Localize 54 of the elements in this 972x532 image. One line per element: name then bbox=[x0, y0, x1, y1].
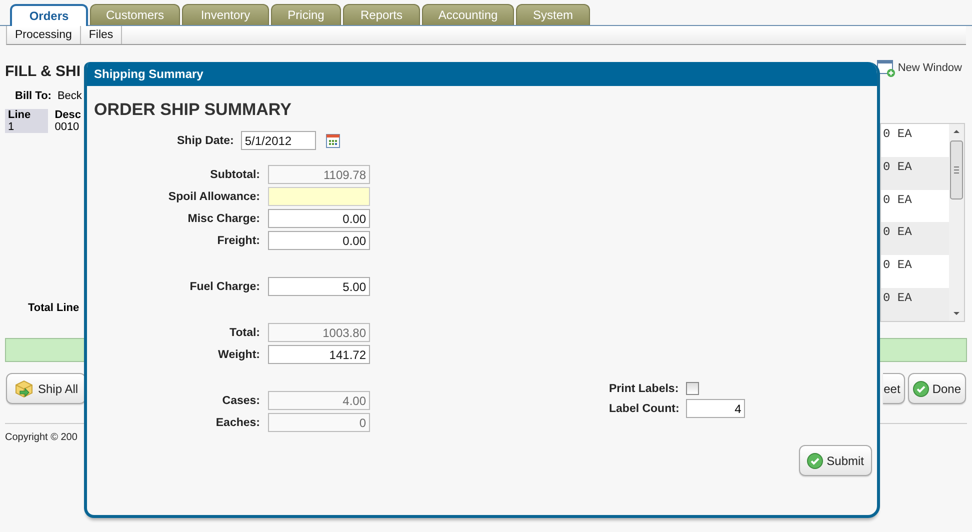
table-cell-text: 0010 bbox=[54, 121, 80, 133]
input-field[interactable]: 141.72 bbox=[268, 345, 370, 364]
scrollbar[interactable] bbox=[949, 124, 964, 321]
table-cell-text: 1 bbox=[7, 121, 16, 133]
copyright-text: Copyright © 200 bbox=[5, 432, 78, 443]
field-label: Eaches: bbox=[214, 416, 260, 428]
dialog-title: Shipping Summary bbox=[87, 62, 877, 86]
field-label: Weight: bbox=[217, 348, 260, 360]
field-label: Fuel Charge: bbox=[188, 280, 260, 292]
field-label: Total: bbox=[228, 326, 260, 338]
print-labels-checkbox[interactable] bbox=[686, 382, 700, 395]
page-title: FILL & SHI bbox=[5, 63, 81, 80]
new-window-link[interactable]: New Window bbox=[898, 62, 962, 74]
date-field[interactable]: 5/1/2012 bbox=[240, 131, 316, 150]
label-count-field[interactable]: 4 bbox=[686, 399, 746, 418]
bill-to-value: Beck bbox=[57, 90, 82, 102]
submit-button[interactable]: Submit bbox=[798, 445, 872, 476]
field-label: Cases: bbox=[221, 394, 260, 406]
nav-tab[interactable]: Orders bbox=[10, 4, 88, 26]
input-field[interactable]: 0 bbox=[268, 413, 370, 432]
table-cell: 0 EA bbox=[881, 156, 949, 190]
dialog-heading: ORDER SHIP SUMMARY bbox=[94, 100, 292, 120]
box-arrow-icon bbox=[14, 378, 34, 398]
sub-tab[interactable]: Processing bbox=[7, 26, 81, 44]
input-field[interactable] bbox=[268, 187, 370, 206]
done-button[interactable]: Done bbox=[908, 373, 966, 404]
table-cell: 0 EA bbox=[881, 288, 949, 321]
field-label: Misc Charge: bbox=[186, 212, 260, 224]
field-label: Freight: bbox=[216, 234, 260, 246]
input-field[interactable]: 0.00 bbox=[268, 209, 370, 228]
bill-to-label: Bill To: bbox=[15, 90, 52, 102]
field-label: Spoil Allowance: bbox=[167, 190, 260, 202]
check-icon bbox=[913, 380, 930, 396]
field-label: Print Labels: bbox=[609, 382, 680, 394]
field-label: Ship Date: bbox=[177, 134, 234, 146]
field-label: Label Count: bbox=[609, 402, 680, 414]
ship-all-button[interactable]: Ship All bbox=[6, 373, 86, 404]
column-header: Desc bbox=[54, 109, 82, 121]
sub-tab[interactable]: Files bbox=[80, 26, 122, 44]
action-button[interactable]: eet bbox=[883, 373, 906, 404]
input-field[interactable]: 1003.80 bbox=[268, 323, 370, 342]
input-field[interactable]: 5.00 bbox=[268, 277, 370, 296]
table-cell: 0 EA bbox=[881, 222, 949, 256]
calendar-icon[interactable] bbox=[326, 134, 340, 148]
table-cell-text: 0 EA bbox=[882, 126, 913, 143]
total-lines-label: Total Line bbox=[28, 302, 80, 314]
column-header: Line bbox=[7, 109, 32, 121]
input-field[interactable]: 4.00 bbox=[268, 391, 370, 410]
input-field[interactable]: 1109.78 bbox=[268, 165, 370, 184]
input-field[interactable]: 0.00 bbox=[268, 231, 370, 250]
table-cell-text: 0 EA bbox=[882, 257, 913, 274]
table-cell-text: 0 EA bbox=[882, 192, 913, 209]
check-icon bbox=[806, 452, 823, 468]
field-label: Subtotal: bbox=[209, 168, 260, 180]
